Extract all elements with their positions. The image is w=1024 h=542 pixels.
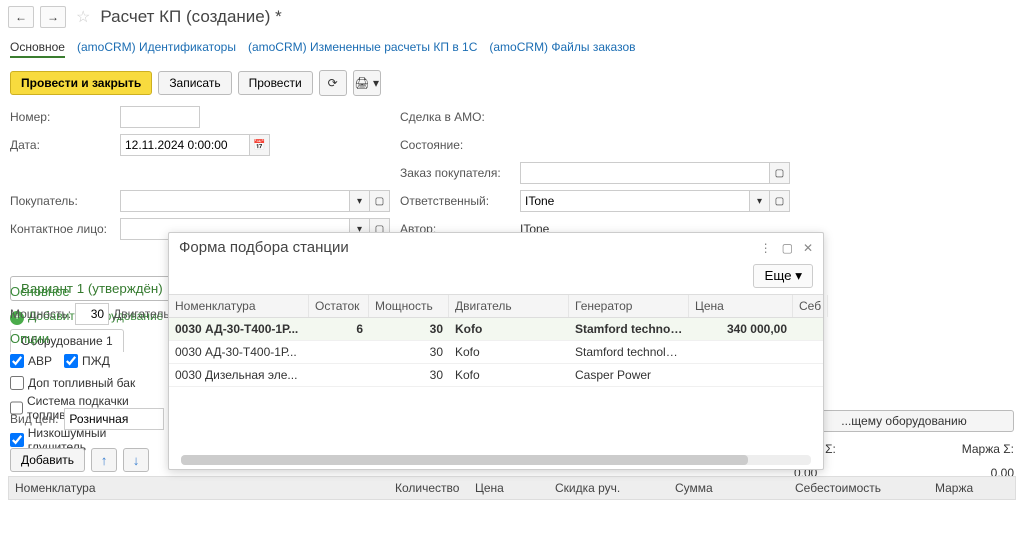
horizontal-scrollbar[interactable] xyxy=(181,455,811,465)
nav-back-button[interactable]: ← xyxy=(8,6,34,28)
calendar-icon[interactable]: 📅 xyxy=(250,134,270,156)
modal-col-price[interactable]: Цена xyxy=(689,295,793,317)
modal-col-stock[interactable]: Остаток xyxy=(309,295,369,317)
number-label: Номер: xyxy=(10,110,120,124)
add-button[interactable]: Добавить xyxy=(10,448,85,472)
col-price[interactable]: Цена xyxy=(475,481,555,495)
deal-label: Сделка в АМО: xyxy=(400,110,520,124)
move-up-button[interactable]: ↑ xyxy=(91,448,117,472)
modal-col-cost[interactable]: Себ xyxy=(793,295,828,317)
engine-label: Двигатель: xyxy=(113,307,173,321)
col-margin[interactable]: Маржа xyxy=(935,481,1009,495)
modal-col-power[interactable]: Мощность xyxy=(369,295,449,317)
buyer-dropdown-icon[interactable]: ▾ xyxy=(350,190,370,212)
post-and-close-button[interactable]: Провести и закрыть xyxy=(10,71,152,95)
resp-open-icon[interactable]: ▢ xyxy=(770,190,790,212)
dialog-menu-icon[interactable]: ⋮ xyxy=(760,241,772,255)
col-discount[interactable]: Скидка руч. xyxy=(555,481,675,495)
favorite-icon[interactable]: ☆ xyxy=(76,7,90,27)
table-row[interactable]: 0030 АД-30-Т400-1Р... 6 30 Kofo Stamford… xyxy=(169,318,823,341)
tab-amocrm-orders[interactable]: (amoCRM) Файлы заказов xyxy=(489,38,635,58)
table-row[interactable]: 0030 АД-30-Т400-1Р... 30 Kofo Stamford t… xyxy=(169,341,823,364)
modal-col-engine[interactable]: Двигатель xyxy=(449,295,569,317)
resp-field[interactable] xyxy=(520,190,750,212)
fuel-checkbox[interactable]: Доп топливный бак xyxy=(10,376,165,390)
save-button[interactable]: Записать xyxy=(158,71,231,95)
buyer-field[interactable] xyxy=(120,190,350,212)
col-nomenclature[interactable]: Номенклатура xyxy=(15,481,395,495)
contact-label: Контактное лицо: xyxy=(10,222,120,236)
order-field[interactable] xyxy=(520,162,770,184)
modal-col-nomenclature[interactable]: Номенклатура xyxy=(169,295,309,317)
resp-label: Ответственный: xyxy=(400,194,520,208)
col-cost[interactable]: Себестоимость xyxy=(795,481,935,495)
tab-amocrm-ids[interactable]: (amoCRM) Идентификаторы xyxy=(77,38,236,58)
move-down-button[interactable]: ↓ xyxy=(123,448,149,472)
nav-forward-button[interactable]: → xyxy=(40,6,66,28)
pzhd-checkbox[interactable]: ПЖД xyxy=(64,354,110,368)
page-title: Расчет КП (создание) * xyxy=(100,7,281,27)
more-button[interactable]: Еще ▾ xyxy=(753,264,813,288)
table-row[interactable]: 0030 Дизельная эле... 30 Kofo Casper Pow… xyxy=(169,364,823,387)
dialog-close-icon[interactable]: ✕ xyxy=(803,241,813,255)
section-main-heading: Основное xyxy=(10,284,165,299)
margin-sum-label: Маржа Σ: xyxy=(962,442,1014,456)
station-picker-dialog: Форма подбора станции ⋮ ▢ ✕ Еще ▾ Номенк… xyxy=(168,232,824,470)
dialog-minimize-icon[interactable]: ▢ xyxy=(782,241,793,255)
buyer-open-icon[interactable]: ▢ xyxy=(370,190,390,212)
refresh-icon[interactable]: ⟳ xyxy=(319,70,347,96)
col-sum[interactable]: Сумма xyxy=(675,481,795,495)
apply-to-equipment-button[interactable]: ...щему оборудованию xyxy=(794,410,1014,432)
order-label: Заказ покупателя: xyxy=(400,166,520,180)
power-field[interactable] xyxy=(75,303,109,325)
modal-col-generator[interactable]: Генератор xyxy=(569,295,689,317)
dialog-title: Форма подбора станции xyxy=(179,239,349,256)
col-quantity[interactable]: Количество xyxy=(395,481,475,495)
tab-amocrm-changed[interactable]: (amoCRM) Измененные расчеты КП в 1С xyxy=(248,38,477,58)
resp-dropdown-icon[interactable]: ▾ xyxy=(750,190,770,212)
section-options-heading: Опции xyxy=(10,331,165,346)
number-field[interactable] xyxy=(120,106,200,128)
post-button[interactable]: Провести xyxy=(238,71,313,95)
state-label: Состояние: xyxy=(400,138,520,152)
date-field[interactable] xyxy=(120,134,250,156)
tab-main[interactable]: Основное xyxy=(10,38,65,58)
avr-checkbox[interactable]: АВР xyxy=(10,354,52,368)
print-icon[interactable]: 🖨 ▾ xyxy=(353,70,381,96)
date-label: Дата: xyxy=(10,138,120,152)
price-type-field[interactable] xyxy=(64,408,164,430)
price-type-label: Вид цен: xyxy=(10,412,58,426)
order-open-icon[interactable]: ▢ xyxy=(770,162,790,184)
power-label: Мощность: xyxy=(10,307,71,321)
buyer-label: Покупатель: xyxy=(10,194,120,208)
